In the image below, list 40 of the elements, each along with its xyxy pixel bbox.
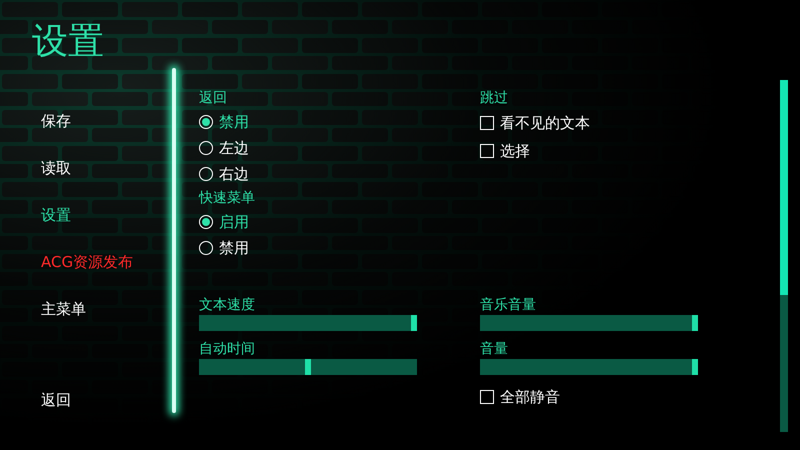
slider-label: 音乐音量 bbox=[480, 296, 537, 315]
slider-track[interactable] bbox=[480, 359, 698, 375]
page-title: 设置 bbox=[32, 20, 105, 64]
nav-item[interactable]: 读取 bbox=[41, 157, 71, 179]
radio-icon[interactable] bbox=[199, 141, 213, 155]
slider-thumb[interactable] bbox=[692, 359, 698, 375]
option-label[interactable]: 选择 bbox=[500, 140, 530, 162]
scrollbar-thumb[interactable] bbox=[780, 80, 788, 295]
radio-icon[interactable] bbox=[199, 241, 213, 255]
group-title: 返回 bbox=[199, 89, 228, 108]
nav-item[interactable]: 设置 bbox=[41, 204, 71, 226]
radio-icon[interactable] bbox=[199, 167, 213, 181]
slider-track[interactable] bbox=[199, 359, 417, 375]
group-title: 快速菜单 bbox=[199, 189, 256, 208]
option-label[interactable]: 启用 bbox=[219, 210, 249, 234]
nav-item[interactable]: 保存 bbox=[41, 110, 71, 132]
option-label[interactable]: 全部静音 bbox=[500, 386, 560, 408]
nav-link[interactable]: ACG资源发布 bbox=[41, 251, 134, 273]
radio-icon[interactable] bbox=[199, 215, 213, 229]
slider-label: 音量 bbox=[480, 340, 509, 359]
checkbox[interactable] bbox=[480, 390, 494, 404]
slider-label: 自动时间 bbox=[199, 340, 256, 359]
group-title: 跳过 bbox=[480, 89, 509, 108]
slider-thumb[interactable] bbox=[692, 315, 698, 331]
radio-icon[interactable] bbox=[199, 115, 213, 129]
checkbox[interactable] bbox=[480, 144, 494, 158]
slider-track[interactable] bbox=[480, 315, 698, 331]
option-label[interactable]: 禁用 bbox=[219, 236, 249, 260]
slider-thumb[interactable] bbox=[411, 315, 417, 331]
nav-item[interactable]: 返回 bbox=[41, 389, 71, 411]
option-label[interactable]: 禁用 bbox=[219, 110, 249, 134]
option-label[interactable]: 看不见的文本 bbox=[500, 112, 590, 134]
scrollbar-track[interactable] bbox=[780, 80, 788, 432]
slider-label: 文本速度 bbox=[199, 296, 256, 315]
option-label[interactable]: 左边 bbox=[219, 136, 249, 160]
nav-item[interactable]: 主菜单 bbox=[41, 298, 86, 320]
option-label[interactable]: 右边 bbox=[219, 162, 249, 186]
slider-thumb[interactable] bbox=[305, 359, 311, 375]
checkbox[interactable] bbox=[480, 116, 494, 130]
slider-track[interactable] bbox=[199, 315, 417, 331]
